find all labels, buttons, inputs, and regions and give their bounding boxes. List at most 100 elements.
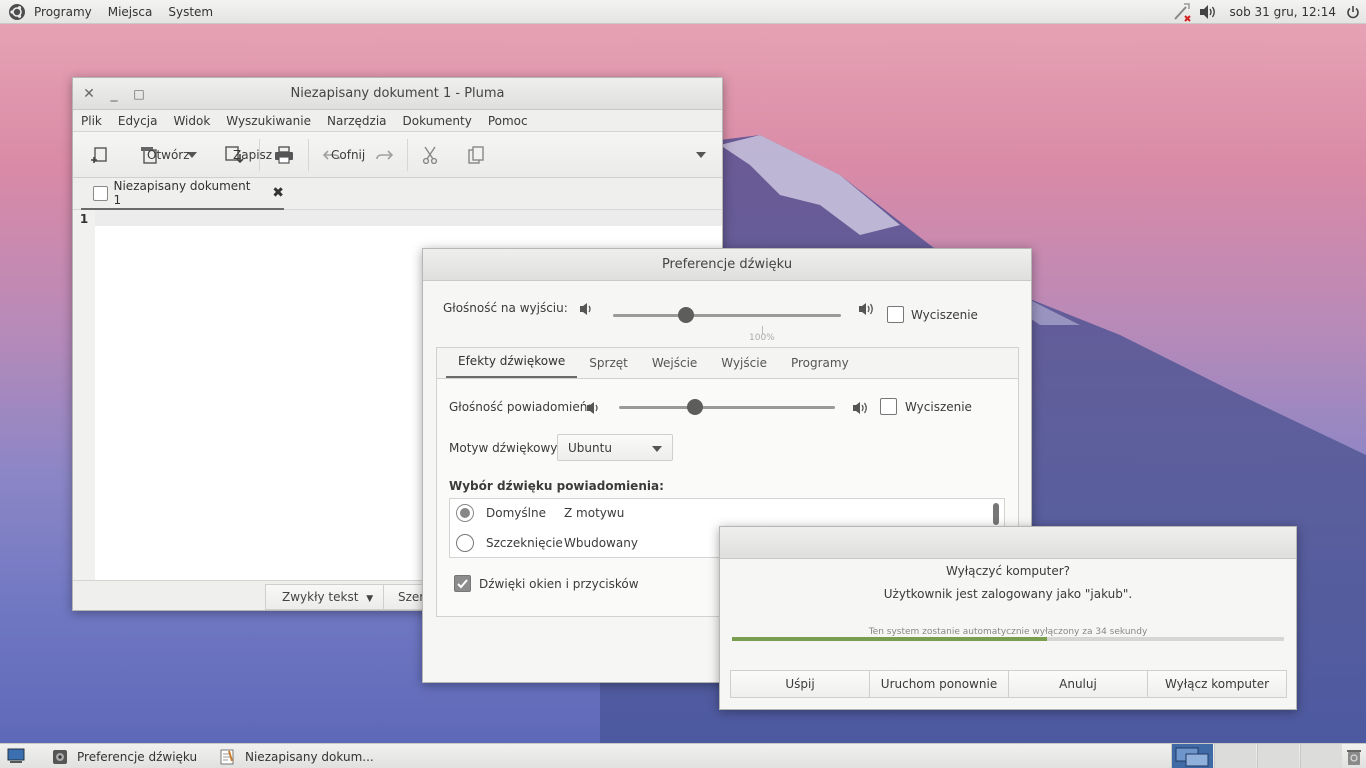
toolbar-overflow-button[interactable] xyxy=(690,140,712,170)
open-button[interactable]: Otwórz xyxy=(133,140,190,170)
workspace-windows-icon xyxy=(1175,747,1209,767)
sound-tabs: Efekty dźwiękowe Sprzęt Wejście Wyjście … xyxy=(437,348,1018,379)
save-button[interactable]: Zapisz xyxy=(219,140,272,170)
alert-volume-knob[interactable] xyxy=(686,399,703,415)
window-sounds-label: Dźwięki okien i przycisków xyxy=(479,577,639,591)
alert-radio-bark[interactable] xyxy=(456,534,474,552)
workspace-3[interactable] xyxy=(1257,744,1299,768)
alert-mute-label: Wyciszenie xyxy=(905,400,972,414)
bottom-panel: Preferencje dźwięku Niezapisany dokum... xyxy=(0,743,1366,768)
shutdown-dialog: Wyłączyć komputer? Użytkownik jest zalog… xyxy=(719,526,1297,710)
alert-volume-slider[interactable] xyxy=(619,406,835,409)
volume-icon[interactable] xyxy=(1198,4,1218,20)
workspace-4[interactable] xyxy=(1300,744,1342,768)
tab-sound-effects[interactable]: Efekty dźwiękowe xyxy=(446,354,578,378)
trash-icon[interactable] xyxy=(1346,748,1362,766)
redo-icon xyxy=(376,149,393,160)
tab-hardware[interactable]: Sprzęt xyxy=(577,356,640,378)
workspace-2[interactable] xyxy=(1214,744,1256,768)
ubuntu-logo-icon[interactable] xyxy=(8,3,26,21)
taskbar-item-pluma[interactable]: Niezapisany dokum... xyxy=(220,747,374,767)
toolbar: Otwórz Zapisz Cofnij xyxy=(73,132,722,178)
sound-titlebar[interactable]: Preferencje dźwięku xyxy=(423,249,1031,281)
show-desktop-icon[interactable] xyxy=(7,748,25,764)
clock[interactable]: sob 31 gru, 12:14 xyxy=(1230,5,1336,19)
highlight-mode-button[interactable]: Zwykły tekst ▼ xyxy=(265,584,385,610)
menubar: Plik Edycja Widok Wyszukiwanie Narzędzia… xyxy=(73,110,722,132)
menu-tools[interactable]: Narzędzia xyxy=(327,114,387,128)
output-volume-knob[interactable] xyxy=(677,307,694,323)
list-item[interactable]: Domyślne Z motywu xyxy=(450,499,990,529)
suspend-button[interactable]: Uśpij xyxy=(731,671,870,697)
menu-documents[interactable]: Dokumenty xyxy=(403,114,472,128)
printer-icon xyxy=(275,145,293,164)
undo-label: Cofnij xyxy=(331,147,366,162)
document-tab-label: Niezapisany dokument 1 xyxy=(113,179,251,207)
output-mute-checkbox[interactable] xyxy=(887,306,904,323)
menu-search[interactable]: Wyszukiwanie xyxy=(226,114,311,128)
workspace-1[interactable] xyxy=(1171,744,1213,768)
shutdown-buttons: Uśpij Uruchom ponownie Anuluj Wyłącz kom… xyxy=(730,670,1287,698)
alert-choice-label: Wybór dźwięku powiadomienia: xyxy=(449,479,664,493)
volume-low-icon xyxy=(580,303,591,315)
restart-button[interactable]: Uruchom ponownie xyxy=(870,671,1009,697)
window-title: Preferencje dźwięku xyxy=(661,257,793,272)
close-tab-icon[interactable]: ✖ xyxy=(272,185,284,201)
chevron-down-icon xyxy=(696,151,706,158)
redo-button[interactable] xyxy=(369,140,399,170)
sound-theme-combo[interactable]: Ubuntu xyxy=(557,434,673,461)
document-tab[interactable]: Niezapisany dokument 1 ✖ xyxy=(81,178,284,210)
menu-places[interactable]: Miejsca xyxy=(108,5,153,19)
list-scrollbar[interactable] xyxy=(993,503,999,525)
radio-dot xyxy=(460,508,470,518)
power-icon[interactable] xyxy=(1346,5,1360,19)
tab-input[interactable]: Wejście xyxy=(640,356,709,378)
undo-button[interactable]: Cofnij xyxy=(317,140,365,170)
alert-radio-default[interactable] xyxy=(456,504,474,522)
output-volume-slider[interactable] xyxy=(613,314,841,317)
menu-view[interactable]: Widok xyxy=(173,114,210,128)
volume-high-icon xyxy=(853,402,867,414)
window-title: Niezapisany dokument 1 - Pluma xyxy=(290,86,505,101)
shutdown-titlebar[interactable] xyxy=(720,527,1296,559)
volume-low-icon xyxy=(587,402,598,414)
menu-edit[interactable]: Edycja xyxy=(118,114,158,128)
maximize-icon[interactable]: □ xyxy=(132,87,146,101)
mark-100-label: 100% xyxy=(749,333,775,343)
cut-button[interactable] xyxy=(416,140,444,170)
network-disconnected-icon[interactable] xyxy=(1172,2,1194,22)
pluma-titlebar[interactable]: ✕ _ □ Niezapisany dokument 1 - Pluma xyxy=(73,78,722,110)
copy-button[interactable] xyxy=(462,140,490,170)
toolbar-separator xyxy=(407,138,408,171)
alert-volume-label: Głośność powiadomień: xyxy=(449,400,592,414)
close-icon[interactable]: ✕ xyxy=(82,87,96,101)
tab-applications[interactable]: Programy xyxy=(779,356,861,378)
alert-type: Wbudowany xyxy=(564,536,638,550)
cancel-button[interactable]: Anuluj xyxy=(1009,671,1148,697)
minimize-icon[interactable]: _ xyxy=(107,87,121,101)
menu-help[interactable]: Pomoc xyxy=(488,114,528,128)
alert-mute-checkbox[interactable] xyxy=(880,398,897,415)
menu-system[interactable]: System xyxy=(168,5,213,19)
taskbar-item-sound[interactable]: Preferencje dźwięku xyxy=(52,747,197,767)
line-number: 1 xyxy=(79,212,89,226)
alert-name: Domyślne xyxy=(486,506,546,520)
scissors-icon xyxy=(422,146,438,164)
print-button[interactable] xyxy=(268,140,300,170)
new-document-button[interactable] xyxy=(85,140,115,170)
checkmark-icon xyxy=(457,579,468,589)
shutdown-progress-fill xyxy=(732,637,1047,641)
shutdown-user-info: Użytkownik jest zalogowany jako "jakub". xyxy=(883,587,1133,601)
sound-theme-label: Motyw dźwiękowy: xyxy=(449,441,561,455)
shutdown-button[interactable]: Wyłącz komputer xyxy=(1148,671,1286,697)
toolbar-separator xyxy=(308,138,309,171)
alert-name: Szczeknięcie xyxy=(486,536,563,550)
tab-output[interactable]: Wyjście xyxy=(709,356,779,378)
volume-high-icon xyxy=(859,303,873,315)
chevron-down-icon: ▼ xyxy=(366,594,374,604)
document-icon xyxy=(93,185,108,201)
menu-file[interactable]: Plik xyxy=(81,114,102,128)
window-sounds-checkbox[interactable] xyxy=(454,575,471,592)
menu-programs[interactable]: Programy xyxy=(34,5,92,19)
top-panel: Programy Miejsca System sob 31 gru, 12:1… xyxy=(0,0,1366,24)
